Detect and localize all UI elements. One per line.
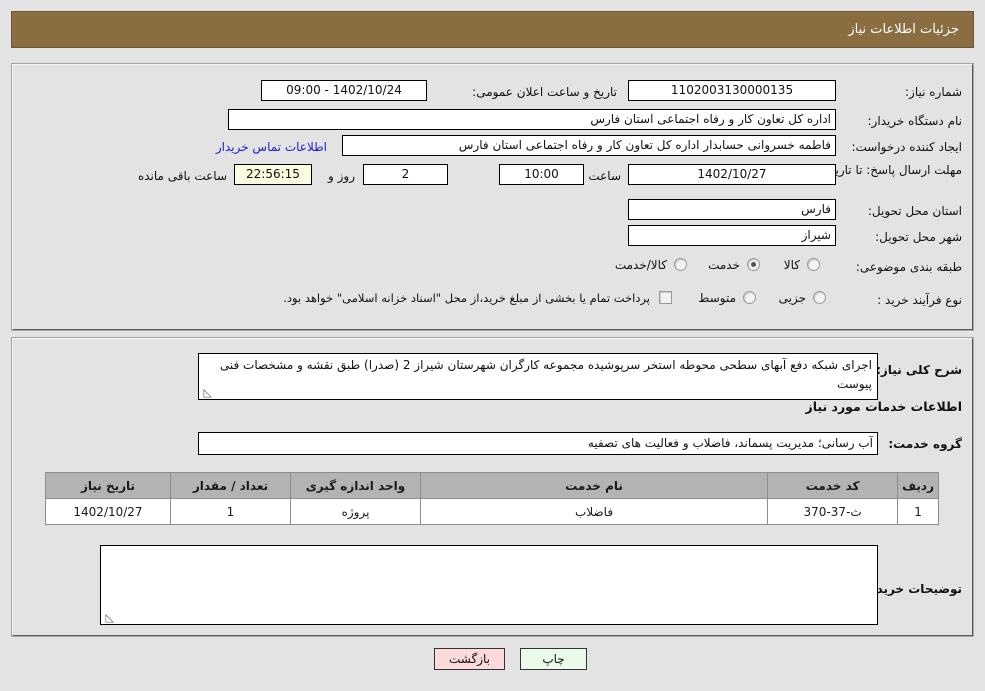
- col-quantity: تعداد / مقدار: [170, 472, 291, 499]
- process-radio-jozii[interactable]: [813, 291, 826, 304]
- back-button[interactable]: بازگشت: [434, 648, 505, 670]
- col-date: تاریخ نیاز: [45, 472, 171, 499]
- service-group-label: گروه خدمت:: [888, 437, 962, 451]
- announce-datetime-label: تاریخ و ساعت اعلان عمومی:: [472, 85, 617, 99]
- category-label-kala-khedmat: کالا/خدمت: [614, 258, 667, 272]
- category-label-khedmat: خدمت: [708, 258, 740, 272]
- cell-quantity: 1: [170, 498, 291, 525]
- deadline-days-value: 2: [363, 164, 448, 185]
- need-number-value: 1102003130000135: [628, 80, 836, 101]
- category-radio-khedmat[interactable]: [747, 258, 760, 271]
- buyer-contact-link[interactable]: اطلاعات تماس خریدار: [215, 140, 327, 154]
- cell-code: ث-37-370: [767, 498, 899, 525]
- province-label: استان محل تحویل:: [867, 204, 962, 218]
- need-details-panel: شرح کلی نیاز: اجرای شبکه دفع آبهای سطحی …: [11, 337, 974, 637]
- deadline-label: مهلت ارسال پاسخ: تا تاریخ:: [823, 163, 962, 177]
- category-radio-kala-khedmat[interactable]: [674, 258, 687, 271]
- requester-label: ایجاد کننده درخواست:: [851, 140, 962, 154]
- deadline-remaining-label: ساعت باقی مانده: [137, 169, 227, 183]
- table-header-row: ردیف کد خدمت نام خدمت واحد اندازه گیری ت…: [45, 472, 939, 499]
- page-title-bar: جزئیات اطلاعات نیاز: [11, 11, 974, 48]
- cell-unit: پروژه: [290, 498, 421, 525]
- process-label-jozii: جزیی: [778, 291, 806, 305]
- col-code: کد خدمت: [767, 472, 899, 499]
- page-title: جزئیات اطلاعات نیاز: [848, 22, 959, 37]
- process-label-motavaset: متوسط: [698, 291, 736, 305]
- general-desc-textarea[interactable]: اجرای شبکه دفع آبهای سطحی محوطه استخر سر…: [198, 353, 878, 400]
- col-radif: ردیف: [897, 472, 939, 499]
- city-label: شهر محل تحویل:: [875, 230, 962, 244]
- category-radio-kala[interactable]: [807, 258, 820, 271]
- deadline-hour-value: 10:00: [499, 164, 584, 185]
- category-label: طبقه بندی موضوعی:: [855, 260, 962, 274]
- col-name: نام خدمت: [419, 472, 769, 499]
- deadline-hour-label: ساعت: [588, 169, 621, 183]
- deadline-days-label: روز و: [328, 169, 355, 183]
- service-group-value: آب رسانی؛ مدیریت پسماند، فاضلاب و فعالیت…: [198, 432, 878, 455]
- buyer-notes-textarea[interactable]: ◺: [100, 545, 878, 625]
- general-desc-label: شرح کلی نیاز:: [876, 363, 962, 377]
- announce-datetime-value: 1402/10/24 - 09:00: [261, 80, 427, 101]
- requester-value: فاطمه خسروانی حسابدار اداره کل تعاون کار…: [342, 135, 836, 156]
- cell-name: فاضلاب: [419, 498, 769, 525]
- cell-radif: 1: [897, 498, 939, 525]
- need-number-label: شماره نیاز:: [905, 85, 962, 99]
- category-label-kala: کالا: [783, 258, 800, 272]
- cell-date: 1402/10/27: [45, 498, 171, 525]
- services-section-title: اطلاعات خدمات مورد نیاز: [805, 399, 963, 414]
- resize-grip-icon[interactable]: ◺: [202, 387, 212, 398]
- process-type-label: نوع فرآیند خرید :: [877, 293, 962, 307]
- deadline-date-value: 1402/10/27: [628, 164, 836, 185]
- buyer-org-value: اداره کل تعاون کار و رفاه اجتماعی استان …: [228, 109, 836, 130]
- buyer-org-label: نام دستگاه خریدار:: [867, 114, 963, 128]
- resize-grip-icon-notes[interactable]: ◺: [104, 612, 114, 623]
- print-button[interactable]: چاپ: [520, 648, 587, 670]
- need-info-panel: شماره نیاز: 1102003130000135 تاریخ و ساع…: [11, 63, 974, 331]
- services-table: ردیف کد خدمت نام خدمت واحد اندازه گیری ت…: [45, 472, 939, 525]
- city-value: شیراز: [628, 225, 836, 246]
- treasury-bonds-note: پرداخت تمام یا بخشی از مبلغ خرید،از محل …: [283, 291, 650, 305]
- general-desc-value: اجرای شبکه دفع آبهای سطحی محوطه استخر سر…: [219, 358, 872, 391]
- table-row[interactable]: 1 ث-37-370 فاضلاب پروژه 1 1402/10/27: [45, 498, 939, 525]
- col-unit: واحد اندازه گیری: [290, 472, 421, 499]
- province-value: فارس: [628, 199, 836, 220]
- process-radio-motavaset[interactable]: [743, 291, 756, 304]
- treasury-bonds-checkbox[interactable]: [659, 291, 672, 304]
- deadline-remaining-value: 22:56:15: [234, 164, 312, 185]
